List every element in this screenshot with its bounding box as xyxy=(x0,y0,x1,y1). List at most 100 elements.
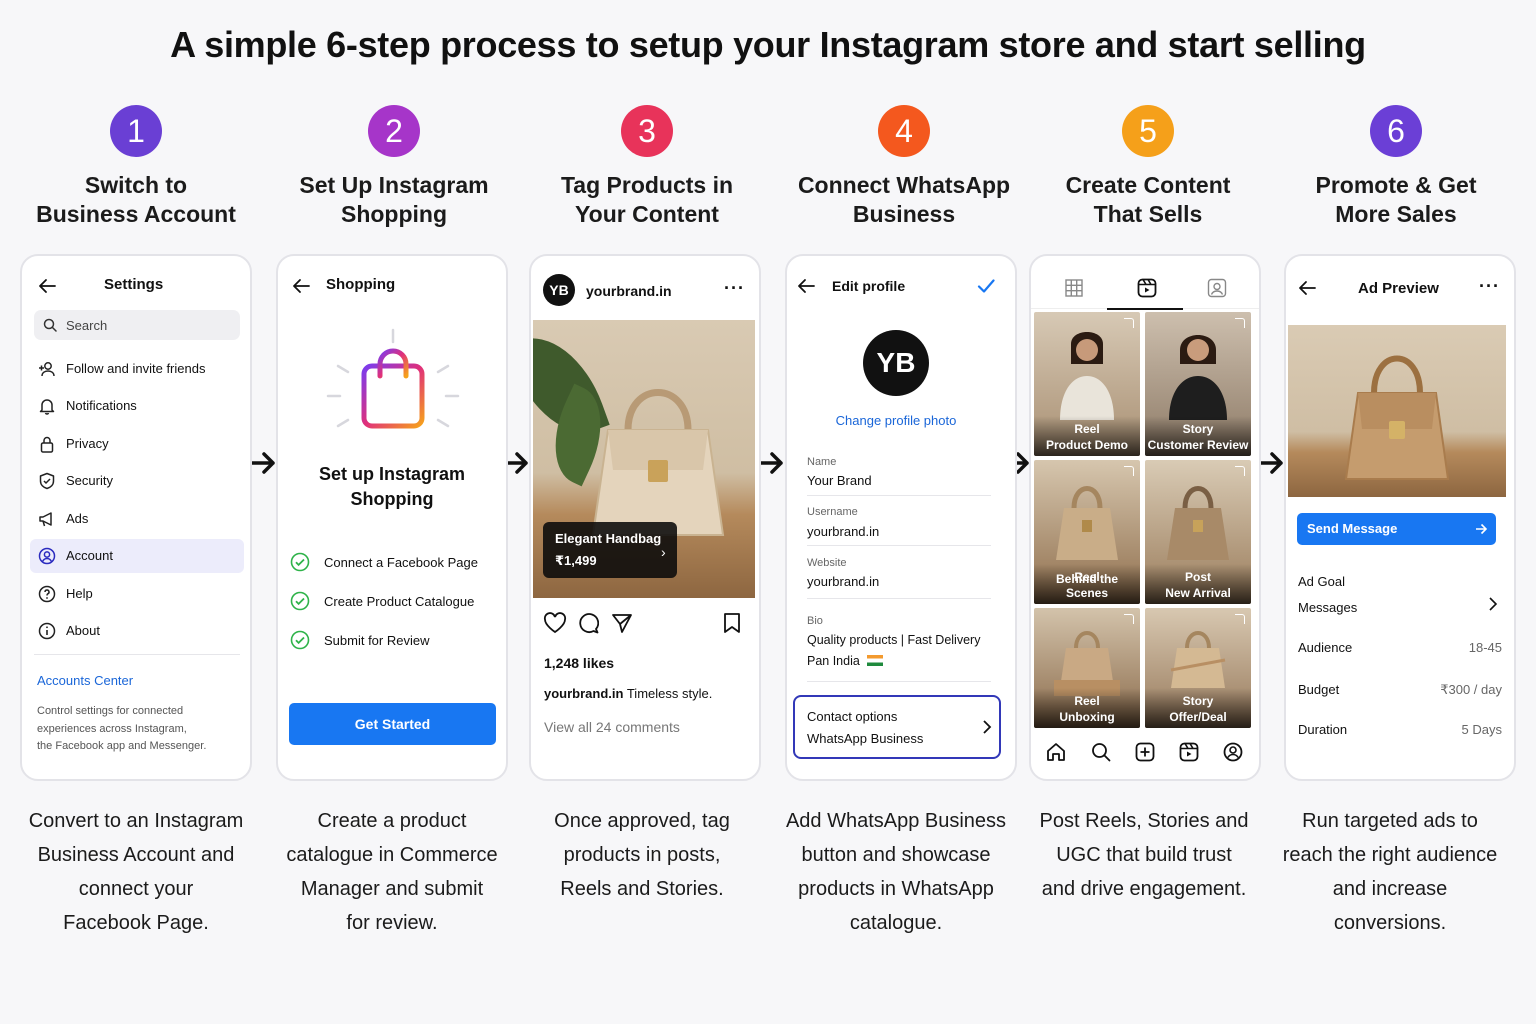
audience-label: Audience xyxy=(1298,640,1353,655)
avatar[interactable]: YB xyxy=(543,274,575,306)
product-photo[interactable]: Elegant Handbag ₹1,499 › xyxy=(533,320,755,598)
settings-item-follow[interactable]: Follow and invite friends xyxy=(30,352,244,386)
reels-icon[interactable] xyxy=(1137,278,1157,298)
step-5-description: Post Reels, Stories and UGC that build t… xyxy=(1039,810,1249,900)
more-options-icon[interactable]: ··· xyxy=(724,278,745,299)
checkmark-icon[interactable] xyxy=(977,278,995,294)
bell-icon xyxy=(39,399,55,415)
back-arrow-icon[interactable] xyxy=(38,278,56,294)
view-comments-link[interactable]: View all 24 comments xyxy=(544,719,680,735)
create-post-icon[interactable] xyxy=(1135,742,1155,762)
back-arrow-icon[interactable] xyxy=(797,278,815,294)
duration-value[interactable]: 5 Days xyxy=(1462,722,1502,737)
ad-product-photo[interactable] xyxy=(1288,325,1506,497)
shopping-screen: Shopping Set up Instagram Shopping Conne… xyxy=(276,254,508,781)
share-icon[interactable] xyxy=(611,612,633,634)
tagged-icon[interactable] xyxy=(1207,278,1227,298)
caption-text: Timeless style. xyxy=(626,686,713,701)
settings-item-notifications[interactable]: Notifications xyxy=(30,389,244,423)
settings-item-security[interactable]: Security xyxy=(30,464,244,498)
send-message-button[interactable]: Send Message xyxy=(1297,513,1496,545)
back-arrow-icon[interactable] xyxy=(292,278,310,294)
step-5-header: 5 Create Content That Sells xyxy=(1028,105,1268,229)
divider xyxy=(807,598,991,599)
checklist-item: Connect a Facebook Page xyxy=(290,552,496,574)
search-icon[interactable] xyxy=(1091,742,1111,762)
search-placeholder: Search xyxy=(66,318,108,333)
tile-type: Story xyxy=(1182,694,1214,708)
ad-goal-value[interactable]: Messages xyxy=(1298,600,1357,615)
name-field[interactable]: Your Brand xyxy=(807,473,872,488)
tile-label: New Arrival xyxy=(1165,586,1231,600)
step-1-header: 1 Switch to Business Account xyxy=(16,105,256,229)
post-caption: yourbrand.in Timeless style. xyxy=(544,686,712,701)
arrow-right-icon xyxy=(1476,523,1487,535)
budget-value[interactable]: ₹300 / day xyxy=(1440,682,1502,698)
profile-avatar[interactable]: YB xyxy=(863,330,929,396)
check-circle-icon xyxy=(290,630,310,650)
checklist-item: Create Product Catalogue xyxy=(290,591,496,613)
contact-options-button[interactable]: Contact options WhatsApp Business xyxy=(793,695,1001,759)
product-tag[interactable]: Elegant Handbag ₹1,499 › xyxy=(543,522,677,578)
screen-title: Settings xyxy=(104,276,164,293)
bio-line[interactable]: Pan India xyxy=(807,654,884,668)
name-label: Name xyxy=(807,456,837,468)
bookmark-icon[interactable] xyxy=(723,612,741,634)
handbag-image xyxy=(1167,486,1229,560)
home-icon[interactable] xyxy=(1046,742,1066,762)
settings-item-label: Account xyxy=(66,548,113,563)
budget-label: Budget xyxy=(1298,682,1340,697)
likes-count[interactable]: 1,248 likes xyxy=(544,655,614,671)
settings-screen: Settings Search Follow and invite friend… xyxy=(20,254,252,781)
website-field[interactable]: yourbrand.in xyxy=(807,574,879,589)
accounts-center-link[interactable]: Accounts Center xyxy=(37,673,133,688)
story-indicator-icon xyxy=(1235,614,1245,624)
tile-type: Story xyxy=(1182,422,1214,436)
bio-line[interactable]: Quality products | Fast Delivery xyxy=(807,633,980,647)
offer-bag-image xyxy=(1170,631,1226,688)
grid-tile[interactable]: Post New Arrival xyxy=(1145,460,1251,604)
search-input[interactable]: Search xyxy=(34,310,240,340)
caption-username[interactable]: yourbrand.in xyxy=(544,686,623,701)
get-started-button[interactable]: Get Started xyxy=(289,703,496,745)
settings-item-about[interactable]: About xyxy=(30,614,244,648)
grid-tile[interactable]: Story Offer/Deal xyxy=(1145,608,1251,728)
chevron-right-icon[interactable] xyxy=(1488,596,1498,612)
contact-options-value: WhatsApp Business xyxy=(807,731,924,746)
settings-item-account[interactable]: Account xyxy=(30,539,244,573)
chevron-right-icon xyxy=(983,720,992,734)
username-field[interactable]: yourbrand.in xyxy=(807,524,879,539)
comment-icon[interactable] xyxy=(577,612,599,634)
settings-item-help[interactable]: Help xyxy=(30,577,244,611)
grid-tile[interactable]: Reel Behind the Scenes xyxy=(1034,460,1140,604)
arrow-right-icon xyxy=(249,452,275,474)
grid-tile[interactable]: Reel Product Demo xyxy=(1034,312,1140,456)
settings-item-privacy[interactable]: Privacy xyxy=(30,427,244,461)
post-username[interactable]: yourbrand.in xyxy=(586,283,672,299)
step-2-header: 2 Set Up Instagram Shopping xyxy=(274,105,514,229)
grid-icon[interactable] xyxy=(1065,279,1083,297)
grid-tile[interactable]: Story Customer Review xyxy=(1145,312,1251,456)
settings-item-ads[interactable]: Ads xyxy=(30,502,244,536)
more-options-icon[interactable]: ··· xyxy=(1479,276,1500,297)
divider xyxy=(807,681,991,682)
unboxing-image xyxy=(1054,631,1120,696)
reels-icon[interactable] xyxy=(1179,742,1199,762)
ad-goal-label: Ad Goal xyxy=(1298,574,1345,589)
heart-icon[interactable] xyxy=(543,612,567,634)
tile-type: Reel xyxy=(1074,422,1100,436)
tile-label: Offer/Deal xyxy=(1169,710,1227,724)
back-arrow-icon[interactable] xyxy=(1298,280,1316,296)
button-label: Send Message xyxy=(1307,521,1398,536)
info-icon xyxy=(38,622,56,640)
help-icon xyxy=(38,585,56,603)
checklist-item: Submit for Review xyxy=(290,630,496,652)
profile-icon[interactable] xyxy=(1223,742,1243,762)
grid-tile[interactable]: Reel Unboxing xyxy=(1034,608,1140,728)
add-person-icon xyxy=(39,362,55,377)
change-photo-link[interactable]: Change profile photo xyxy=(787,413,1005,428)
bio-text: Pan India xyxy=(807,654,860,668)
audience-value[interactable]: 18-45 xyxy=(1469,640,1502,655)
tile-type: Post xyxy=(1184,570,1211,584)
divider xyxy=(34,654,240,655)
